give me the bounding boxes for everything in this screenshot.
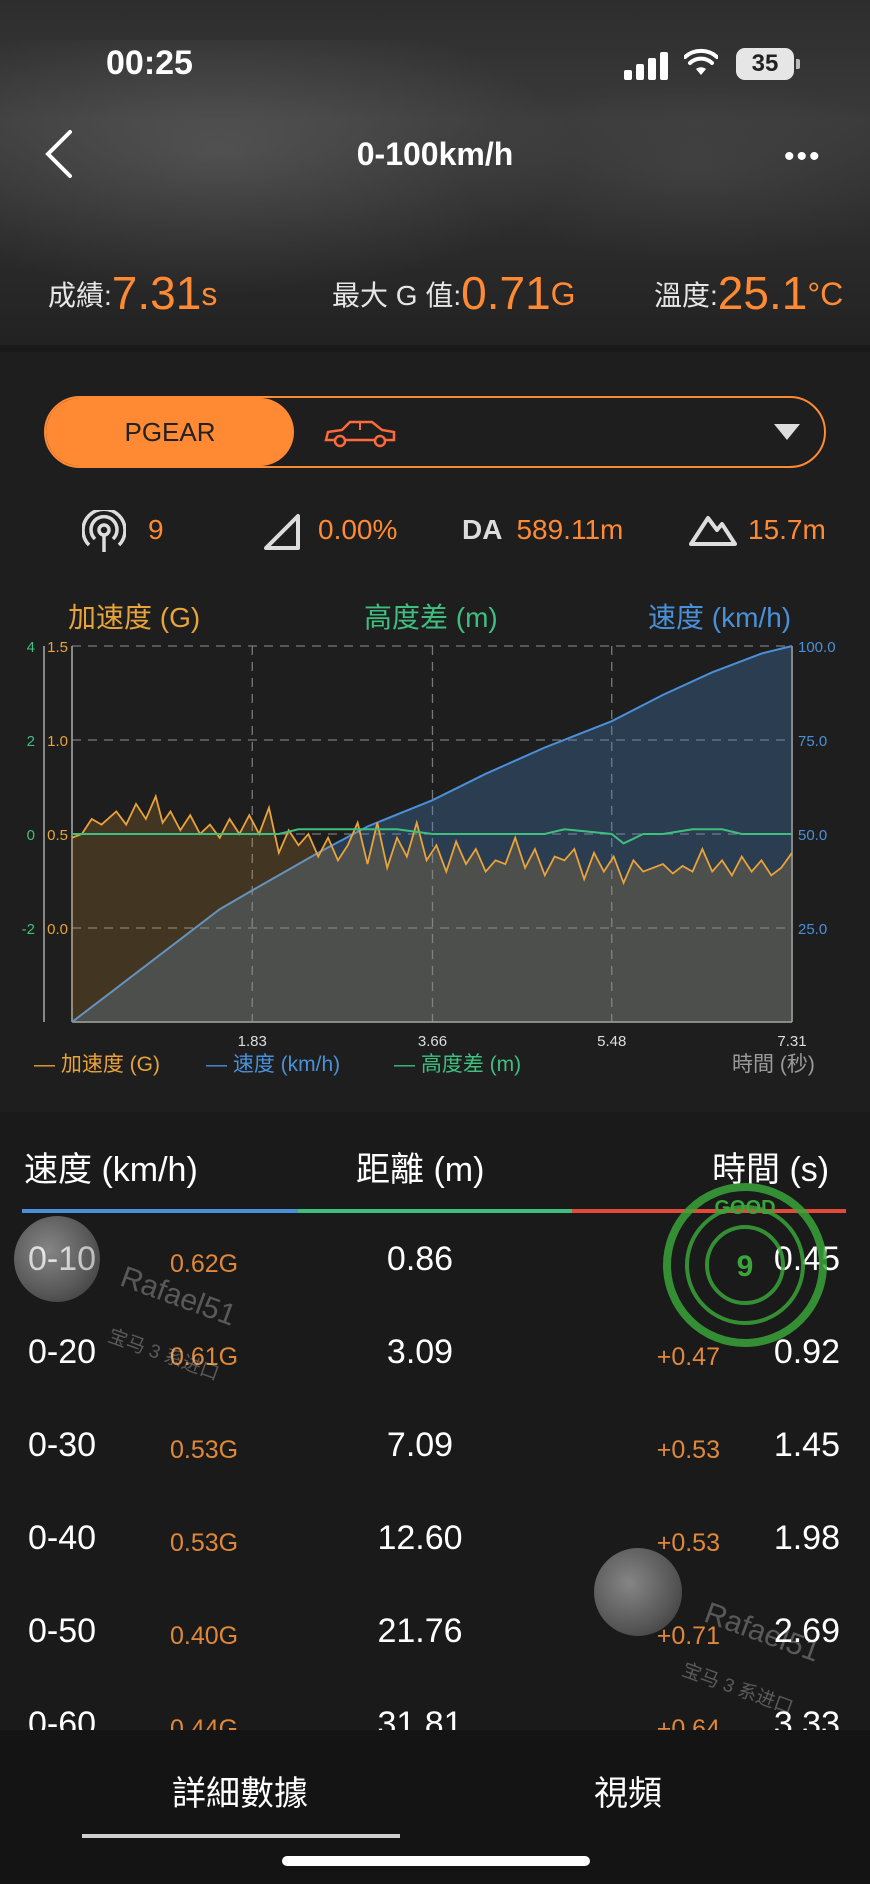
x-axis-unit: 時間 (秒) (732, 1053, 815, 1076)
car-icon (324, 420, 396, 448)
good-stamp-icon: GOOD 9 (663, 1183, 827, 1347)
home-indicator (282, 1856, 590, 1866)
mountain-icon (689, 516, 737, 546)
acceleration-chart: 100.075.050.025.01.51.00.50.0420-21.83 3.… (22, 639, 836, 1050)
page-title: 0-100km/h (356, 136, 514, 172)
legend-altitude: — 高度差 (m) (394, 1053, 522, 1076)
cell-g: 0.53G (170, 1436, 239, 1464)
more-options-button[interactable]: ••• (784, 140, 834, 173)
accel-tick-label: 1.5 (47, 639, 68, 656)
speed-tick-label: 25.0 (798, 921, 827, 938)
header-speed: 速度 (km/h) (24, 1151, 198, 1189)
cell-time: 1.45 (773, 1426, 840, 1464)
legend-speed: — 速度 (km/h) (206, 1053, 341, 1076)
altitude-tick-label: 4 (27, 639, 35, 656)
stamp-number: 9 (737, 1250, 754, 1283)
cell-g: 0.53G (170, 1529, 239, 1557)
vehicle-selector[interactable]: PGEAR (44, 396, 826, 468)
active-tab-indicator (82, 1834, 400, 1838)
altitude-tick-label: -2 (22, 921, 35, 938)
cell-range: 0-20 (28, 1333, 97, 1371)
watermark-avatar (594, 1548, 682, 1636)
cell-g: 0.40G (170, 1622, 239, 1650)
header-distance: 距離 (m) (356, 1151, 485, 1189)
wifi-icon (684, 48, 718, 75)
altitude-tick-label: 2 (27, 733, 35, 750)
cell-distance: 3.09 (386, 1333, 454, 1371)
battery-indicator: 35 (736, 48, 800, 80)
cell-range: 0-30 (28, 1426, 97, 1464)
table-row: 0-30 0.53G 7.09 +0.53 1.45 (0, 1426, 870, 1506)
table-row: 0-40 0.53G 12.60 +0.53 1.98 (0, 1519, 870, 1599)
stat-result: 成績:7.31s (48, 267, 218, 319)
altitude-value: 15.7m (688, 506, 826, 554)
cell-g: 0.62G (170, 1250, 239, 1278)
speed-tick-label: 50.0 (798, 827, 827, 844)
stat-temperature: 溫度:25.1°C (654, 267, 844, 319)
satellite-signal-icon (82, 510, 126, 552)
cell-distance: 0.86 (386, 1240, 454, 1278)
slope-icon (264, 514, 300, 550)
chevron-down-icon[interactable] (774, 424, 800, 440)
satellite-count: 9 (82, 506, 164, 554)
slope-value: 0.00% (262, 506, 397, 554)
cell-time: 1.98 (773, 1519, 840, 1557)
altitude-tick-label: 0 (27, 827, 35, 844)
accel-tick-label: 0.0 (47, 921, 68, 938)
device-pill[interactable]: PGEAR (46, 398, 294, 466)
cell-distance: 7.09 (386, 1426, 454, 1464)
cell-range: 0-40 (28, 1519, 97, 1557)
accel-tick-label: 0.5 (47, 827, 68, 844)
tab-details[interactable]: 詳細數據 (172, 1766, 308, 1815)
stat-max-g: 最大 G 值:0.71G (332, 267, 576, 319)
speed-tick-label: 100.0 (798, 639, 836, 656)
cell-range: 0-50 (28, 1612, 97, 1650)
density-altitude: DA 589.11m (462, 514, 624, 545)
cell-distance: 12.60 (377, 1519, 463, 1557)
x-tick-label: 5.48 (597, 1033, 626, 1050)
watermark-avatar (14, 1216, 100, 1302)
cell-distance: 21.76 (377, 1612, 463, 1650)
status-time: 00:25 (106, 44, 193, 82)
accel-tick-label: 1.0 (47, 733, 68, 750)
speed-tick-label: 75.0 (798, 733, 827, 750)
tab-video[interactable]: 視頻 (594, 1766, 662, 1815)
stamp-text: GOOD (714, 1197, 775, 1219)
cell-delta: +0.53 (656, 1436, 720, 1464)
legend-accel: — 加速度 (G) (34, 1053, 160, 1076)
cellular-signal-icon (624, 50, 668, 80)
